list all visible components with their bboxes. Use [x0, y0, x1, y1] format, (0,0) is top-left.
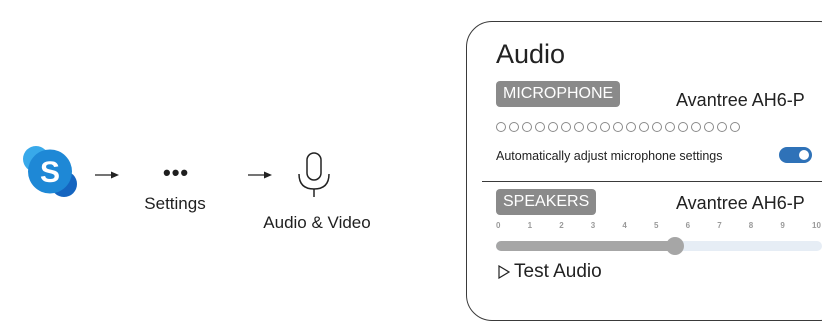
microphone-device-select[interactable]: Avantree AH6-P [676, 89, 805, 111]
settings-label: Settings [144, 194, 206, 213]
volume-slider-thumb[interactable] [665, 237, 684, 255]
mic-level-dot [639, 122, 649, 132]
volume-tick-label: 5 [654, 221, 659, 230]
mic-level-dot [730, 122, 740, 132]
toggle-knob [799, 150, 809, 160]
audio-video-label: Audio & Video [263, 213, 371, 232]
volume-tick-label: 9 [780, 221, 785, 230]
section-divider [482, 181, 822, 182]
volume-tick-label: 7 [717, 221, 722, 230]
microphone-icon [298, 152, 330, 197]
arrow-right-icon [248, 171, 272, 179]
test-audio-label: Test Audio [514, 261, 602, 282]
mic-level-dot [522, 122, 532, 132]
play-icon [498, 265, 510, 279]
mic-level-dot [665, 122, 675, 132]
svg-text:S: S [40, 156, 60, 189]
volume-tick-label: 10 [812, 221, 821, 230]
volume-tick-label: 4 [622, 221, 627, 230]
mic-level-dot [678, 122, 688, 132]
mic-level-dot [548, 122, 558, 132]
mic-level-dot [587, 122, 597, 132]
volume-tick-label: 3 [590, 221, 596, 230]
speakers-section-label: SPEAKERS [496, 189, 597, 215]
microphone-section-label: MICROPHONE [496, 81, 621, 107]
mic-level-dot [574, 122, 584, 132]
volume-tick-label: 8 [748, 221, 754, 230]
test-audio-button[interactable]: Test Audio [498, 261, 602, 283]
speakers-device-select[interactable]: Avantree AH6-P [676, 192, 805, 214]
volume-slider-fill [496, 241, 675, 251]
mic-level-dot [496, 122, 506, 132]
auto-adjust-label: Automatically adjust microphone settings [496, 149, 723, 163]
volume-tick-label: 1 [527, 221, 533, 230]
mic-level-dot [535, 122, 545, 132]
volume-tick-label: 2 [559, 221, 564, 230]
more-icon: ••• [163, 160, 190, 185]
mic-level-dot [704, 122, 714, 132]
panel-title: Audio [496, 39, 566, 69]
mic-level-dot [626, 122, 636, 132]
mic-level-dot [717, 122, 727, 132]
skype-icon: S [23, 146, 77, 197]
volume-tick-label: 0 [496, 221, 501, 230]
mic-level-dot [561, 122, 571, 132]
mic-level-meter [496, 122, 740, 132]
volume-tick-label: 6 [685, 221, 691, 230]
mic-level-dot [600, 122, 610, 132]
mic-level-dot [652, 122, 662, 132]
arrow-right-icon [95, 171, 119, 179]
mic-level-dot [613, 122, 623, 132]
mic-level-dot [509, 122, 519, 132]
auto-adjust-toggle[interactable] [779, 147, 812, 163]
mic-level-dot [691, 122, 701, 132]
volume-slider-track[interactable] [496, 241, 822, 251]
